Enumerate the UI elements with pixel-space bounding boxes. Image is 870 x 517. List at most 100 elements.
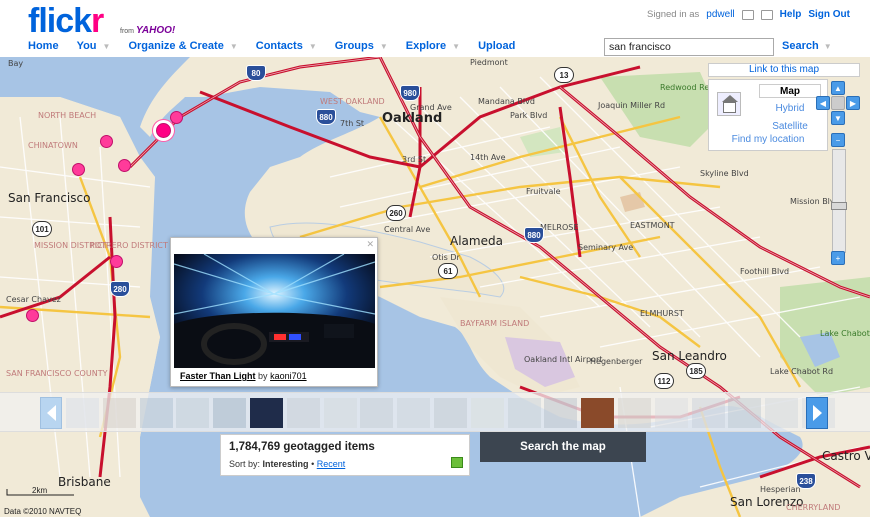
- filmstrip-thumbnail[interactable]: [765, 398, 799, 428]
- map-type-map[interactable]: Map: [759, 84, 821, 98]
- logo-text: flick: [28, 2, 92, 40]
- filmstrip-thumbnail[interactable]: [66, 398, 99, 428]
- pan-down-button[interactable]: ▼: [831, 111, 845, 125]
- sort-interesting[interactable]: Interesting: [263, 459, 309, 469]
- nav-home[interactable]: Home: [28, 40, 59, 52]
- photo-pin[interactable]: [100, 135, 113, 148]
- map-label-lake: Lake Chabot Rd: [770, 367, 834, 376]
- map-label-alameda: Alameda: [450, 234, 503, 248]
- expand-icon[interactable]: [451, 457, 463, 468]
- filmstrip-thumbnail[interactable]: [654, 398, 688, 428]
- filmstrip-thumbnail[interactable]: [250, 398, 283, 428]
- filmstrip-thumbnail[interactable]: [176, 398, 210, 428]
- map-label-foothill: Foothill Blvd: [740, 267, 790, 276]
- map-type-satellite[interactable]: Satellite: [759, 120, 821, 134]
- close-icon[interactable]: ✕: [366, 239, 374, 250]
- arrow-left-icon: [46, 405, 56, 421]
- sign-out-link[interactable]: Sign Out: [808, 9, 850, 20]
- pan-center-button[interactable]: [831, 96, 845, 110]
- photo-caption: Faster Than Light by kaoni701: [180, 371, 307, 381]
- chevron-down-icon: ▼: [308, 41, 317, 51]
- nav-you[interactable]: You ▼: [77, 40, 111, 52]
- photo-filmstrip: [0, 392, 870, 432]
- find-my-location[interactable]: Find my location: [708, 133, 828, 147]
- zoom-in-button[interactable]: +: [831, 251, 845, 265]
- highway-shield: 13: [554, 67, 574, 83]
- map-label-castro: Castro V: [822, 449, 870, 463]
- chevron-down-icon: ▼: [102, 41, 111, 51]
- map-label-piedmont: Piedmont: [470, 58, 508, 67]
- pan-right-button[interactable]: ▶: [846, 96, 860, 110]
- zoom-slider[interactable]: [831, 149, 847, 253]
- map-label-joaquin: Joaquin Miller Rd: [598, 101, 666, 110]
- filmstrip-thumbnail[interactable]: [728, 398, 762, 428]
- map-copyright: Data ©2010 NAVTEQ: [4, 507, 82, 516]
- photo-pin[interactable]: [72, 163, 85, 176]
- chevron-up-icon: ▲: [834, 83, 842, 93]
- chevron-down-icon: ▼: [379, 41, 388, 51]
- flickr-logo[interactable]: flickr: [28, 2, 104, 40]
- filmstrip-thumbnail[interactable]: [544, 398, 578, 428]
- filmstrip-thumbnail[interactable]: [691, 398, 725, 428]
- filmstrip-thumbnail[interactable]: [102, 398, 136, 428]
- photo-pin[interactable]: [110, 255, 123, 268]
- nav-organize-create[interactable]: Organize & Create ▼: [128, 40, 237, 52]
- search-the-map-button[interactable]: Search the map: [480, 432, 646, 462]
- filmstrip-thumbnail[interactable]: [323, 398, 357, 428]
- photo-pin-selected[interactable]: [156, 123, 171, 138]
- nav-contacts[interactable]: Contacts ▼: [256, 40, 317, 52]
- photo-pin[interactable]: [118, 159, 131, 172]
- nav-explore[interactable]: Explore ▼: [406, 40, 460, 52]
- sort-separator: •: [311, 459, 315, 469]
- photo-author-link[interactable]: kaoni701: [270, 371, 307, 381]
- link-to-map[interactable]: Link to this map: [708, 63, 860, 77]
- map-label-elmhurst: ELMHURST: [640, 309, 684, 318]
- username-link[interactable]: pdwell: [706, 9, 734, 20]
- nav-groups[interactable]: Groups ▼: [335, 40, 388, 52]
- sort-recent-link[interactable]: Recent: [317, 459, 346, 469]
- chevron-down-icon: ▼: [452, 41, 461, 51]
- photo-image[interactable]: [174, 254, 375, 368]
- map-label-bayfarm: BAYFARM ISLAND: [460, 319, 530, 328]
- filmstrip-thumbnail[interactable]: [581, 398, 615, 428]
- highway-shield: 61: [438, 263, 458, 279]
- zoom-slider-handle[interactable]: [831, 202, 847, 210]
- filmstrip-prev-button[interactable]: [40, 397, 62, 429]
- filmstrip-thumbnail[interactable]: [470, 398, 504, 428]
- map-label-hesperian: Hesperian: [760, 485, 801, 494]
- pan-up-button[interactable]: ▲: [831, 81, 845, 95]
- search-button[interactable]: Search ▼: [782, 40, 832, 52]
- filmstrip-thumbnail[interactable]: [286, 398, 320, 428]
- photo-title-link[interactable]: Faster Than Light: [180, 371, 256, 381]
- park-patch: [620, 192, 645, 212]
- filmstrip-thumbnail[interactable]: [139, 398, 173, 428]
- filmstrip-thumbnail[interactable]: [397, 398, 431, 428]
- pan-left-button[interactable]: ◀: [816, 96, 830, 110]
- house-icon: [722, 95, 738, 102]
- scale-label: 2km: [32, 486, 48, 495]
- search-input[interactable]: [604, 38, 774, 56]
- filmstrip-thumbnail[interactable]: [507, 398, 541, 428]
- map-type-hybrid[interactable]: Hybrid: [759, 102, 821, 116]
- photo-pin[interactable]: [26, 309, 39, 322]
- zoom-out-button[interactable]: −: [831, 133, 845, 147]
- help-link[interactable]: Help: [780, 9, 802, 20]
- photo-pin[interactable]: [170, 111, 183, 124]
- map-label-san-francisco: San Francisco: [8, 191, 91, 205]
- map-label-airport: Oakland Intl Airport: [524, 355, 603, 364]
- filmstrip-thumbnail[interactable]: [618, 398, 651, 428]
- chevron-down-icon: ▼: [823, 42, 832, 51]
- notifications-icon[interactable]: [760, 9, 773, 20]
- filmstrip-thumbnail[interactable]: [434, 398, 467, 428]
- map-canvas[interactable]: Oakland Alameda San Francisco San Leandro Pi…: [0, 57, 870, 517]
- chevron-down-icon: ▼: [229, 41, 238, 51]
- mail-icon[interactable]: [741, 9, 754, 20]
- nav-upload[interactable]: Upload: [478, 40, 515, 52]
- map-label-potrero: POTRERO DISTRICT: [90, 241, 168, 250]
- highway-shield: 260: [386, 205, 406, 221]
- map-label-fourteenth: 14th Ave: [470, 153, 506, 162]
- home-location-button[interactable]: [717, 92, 741, 116]
- filmstrip-thumbnail[interactable]: [213, 398, 247, 428]
- filmstrip-thumbnail[interactable]: [360, 398, 394, 428]
- filmstrip-next-button[interactable]: [806, 397, 828, 429]
